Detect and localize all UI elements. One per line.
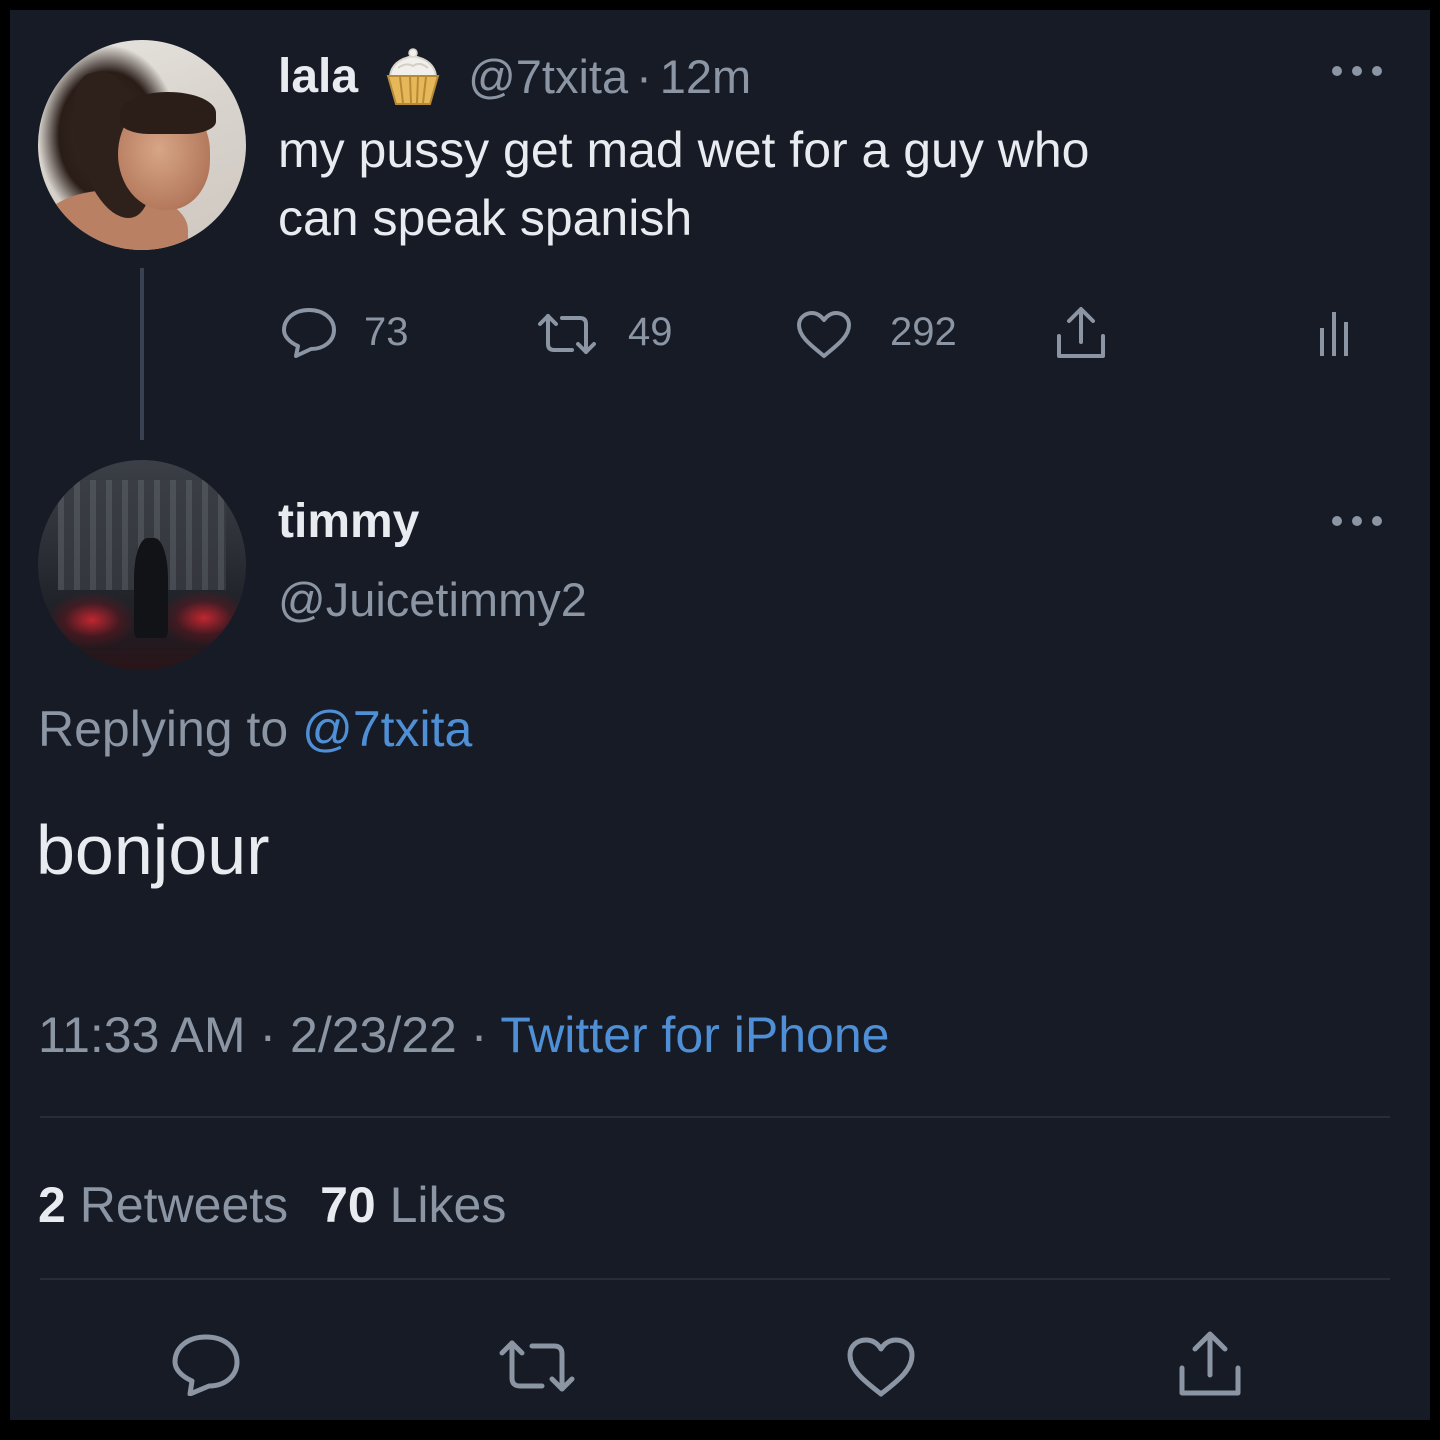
retweets-label: Retweets: [79, 1177, 289, 1233]
reply-more-icon[interactable]: [1328, 512, 1388, 532]
cupcake-emoji-icon: [380, 46, 446, 106]
parent-handle[interactable]: @7txita: [468, 49, 628, 104]
avatar-photo-bangs: [120, 92, 216, 134]
lala-avatar[interactable]: [38, 40, 246, 250]
timestamp-separator-1: ·: [259, 1007, 277, 1063]
retweets-count: 2: [38, 1177, 66, 1233]
replying-to-line: Replying to @7txita: [38, 700, 472, 758]
reply-handle[interactable]: @Juicetimmy2: [278, 572, 587, 627]
reply-icon[interactable]: [280, 306, 338, 358]
bottom-retweet-icon[interactable]: [496, 1336, 578, 1396]
tweet-detail-screen: lala @7txita · 12m my pussy get mad wet …: [10, 10, 1430, 1420]
analytics-icon[interactable]: [1314, 308, 1358, 358]
header-separator: ·: [636, 49, 652, 103]
parent-tweet-text: my pussy get mad wet for a guy who can s…: [278, 116, 1089, 252]
parent-tweet-header: lala @7txita · 12m: [278, 44, 751, 108]
bottom-reply-icon[interactable]: [170, 1332, 242, 1396]
divider-bottom: [40, 1278, 1390, 1280]
divider-top: [40, 1116, 1390, 1118]
reply-display-name[interactable]: timmy: [278, 494, 419, 549]
likes-stat[interactable]: 70 Likes: [320, 1177, 506, 1233]
parent-tweet-text-line2: can speak spanish: [278, 190, 693, 246]
timestamp-separator-2: ·: [470, 1007, 488, 1063]
retweet-icon[interactable]: [534, 310, 600, 358]
likes-label: Likes: [389, 1177, 507, 1233]
avatar-photo-figure: [134, 538, 168, 638]
parent-time-ago[interactable]: 12m: [660, 49, 751, 104]
timestamp-date[interactable]: 2/23/22: [290, 1007, 457, 1063]
like-count: 292: [890, 310, 957, 354]
tweet-timestamp-line: 11:33 AM · 2/23/22 · Twitter for iPhone: [38, 1006, 889, 1064]
parent-display-name[interactable]: lala: [278, 49, 358, 104]
parent-tweet-text-line1: my pussy get mad wet for a guy who: [278, 122, 1090, 178]
reply-count: 73: [364, 310, 409, 354]
retweet-count: 49: [628, 310, 673, 354]
bottom-share-icon[interactable]: [1174, 1328, 1246, 1400]
engagement-stats: 2 Retweets 70 Likes: [38, 1176, 506, 1234]
replying-to-handle-link[interactable]: @7txita: [302, 701, 472, 757]
likes-count: 70: [320, 1177, 376, 1233]
heart-icon[interactable]: [794, 310, 854, 360]
timmy-avatar[interactable]: [38, 460, 246, 670]
timestamp-time[interactable]: 11:33 AM: [38, 1007, 246, 1063]
share-icon[interactable]: [1052, 304, 1110, 362]
retweets-stat[interactable]: 2 Retweets: [38, 1177, 302, 1233]
thread-connector-line: [140, 268, 144, 440]
reply-tweet-text: bonjour: [36, 811, 270, 889]
replying-to-label: Replying to: [38, 701, 289, 757]
tweet-source-link[interactable]: Twitter for iPhone: [500, 1007, 889, 1063]
bottom-heart-icon[interactable]: [844, 1336, 918, 1400]
parent-more-icon[interactable]: [1328, 62, 1388, 82]
